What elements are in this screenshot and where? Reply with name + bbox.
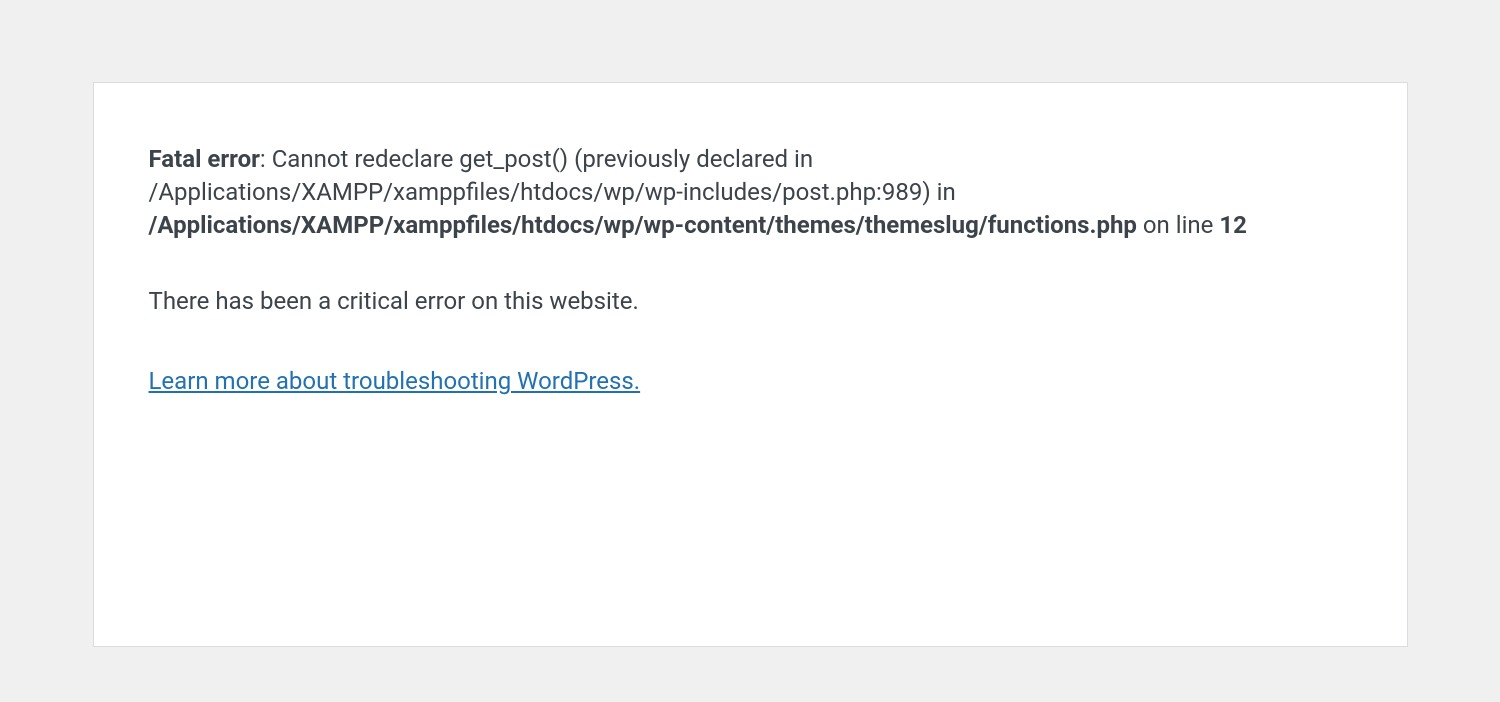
error-label: Fatal error xyxy=(149,145,260,173)
error-file-path: /Applications/XAMPP/xamppfiles/htdocs/wp… xyxy=(149,211,1137,239)
error-box: Fatal error: Cannot redeclare get_post()… xyxy=(93,82,1408,647)
critical-error-text: There has been a critical error on this … xyxy=(149,287,1352,315)
fatal-error-message: Fatal error: Cannot redeclare get_post()… xyxy=(149,143,1352,242)
error-separator: : xyxy=(260,145,272,173)
error-on-line-text: on line xyxy=(1137,211,1219,239)
error-line-number: 12 xyxy=(1219,211,1247,239)
troubleshoot-link[interactable]: Learn more about troubleshooting WordPre… xyxy=(149,367,641,395)
